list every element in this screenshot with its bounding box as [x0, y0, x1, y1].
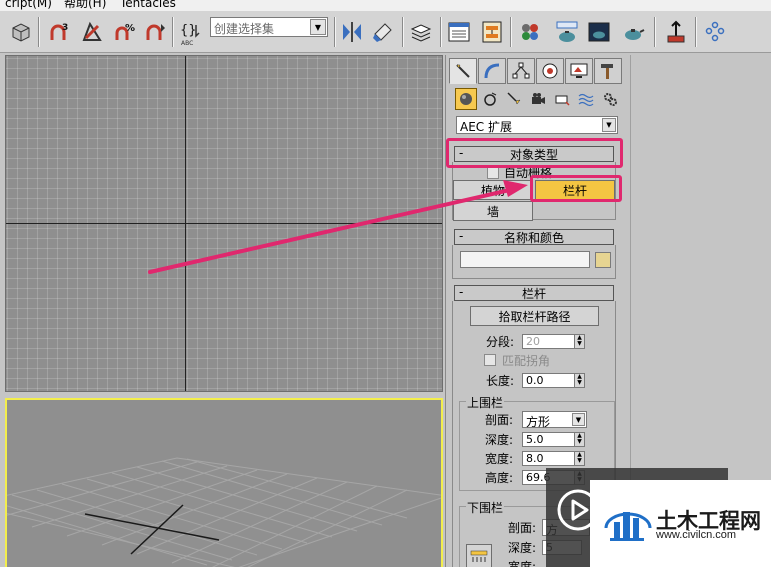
civilcn-logo-icon	[604, 512, 652, 541]
watermark-url: www.civilcn.com	[656, 529, 737, 541]
